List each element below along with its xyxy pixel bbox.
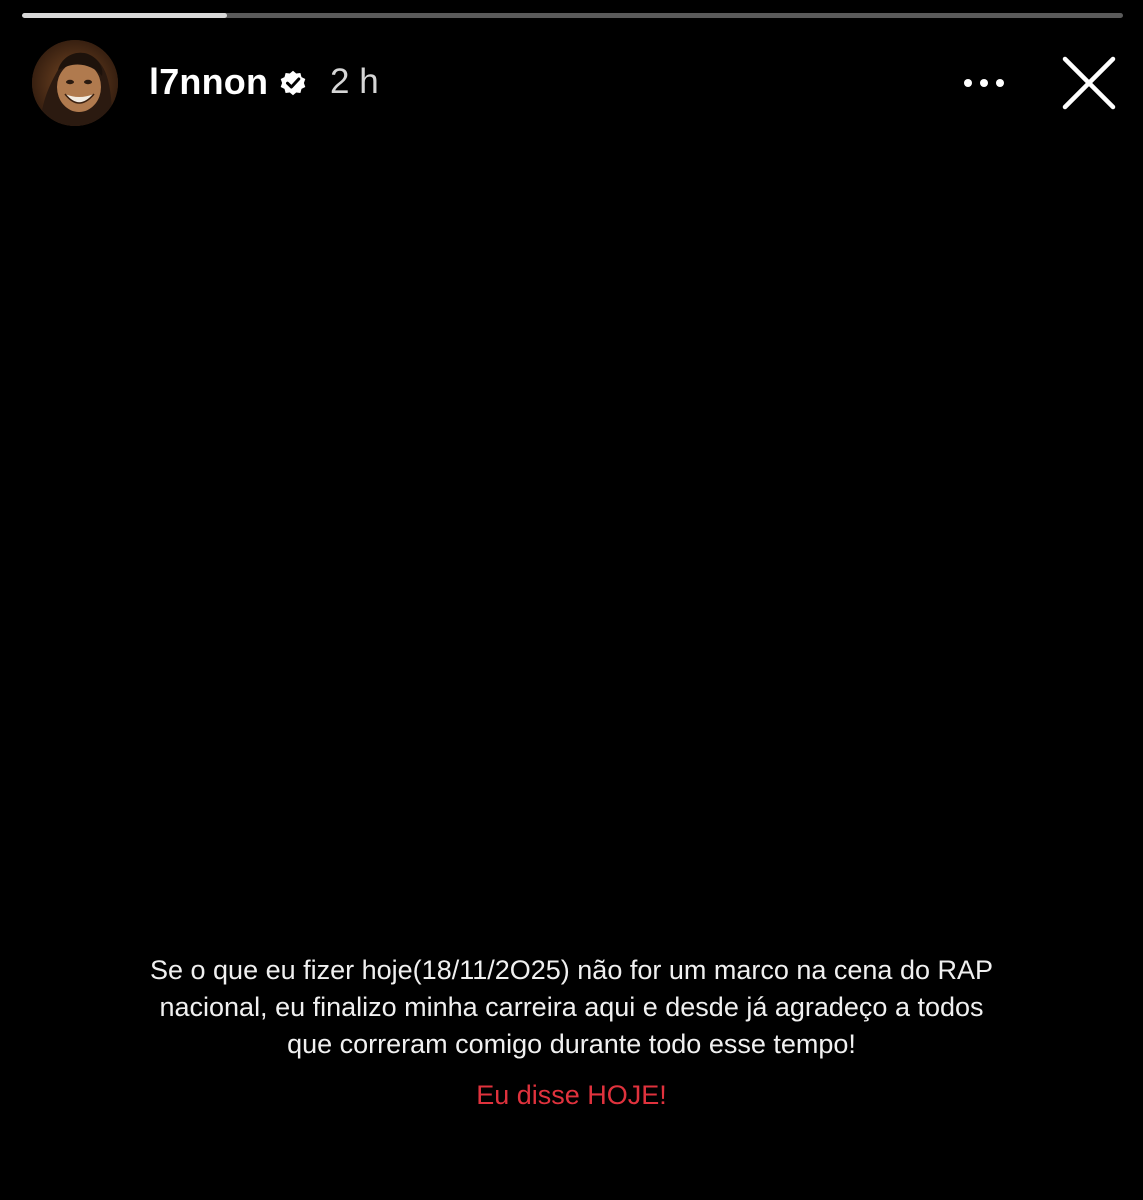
more-options-button[interactable] <box>956 62 1012 104</box>
caption-line-3: que correram comigo durante todo esse te… <box>287 1029 856 1059</box>
story-progress-fill <box>22 13 227 18</box>
avatar-image <box>32 40 118 126</box>
caption-line-1: Se o que eu fizer hoje(18/11/2O25) não f… <box>150 955 993 985</box>
caption-highlight: Eu disse HOJE! <box>476 1080 667 1110</box>
close-button[interactable] <box>1059 53 1119 113</box>
avatar[interactable] <box>32 40 118 126</box>
caption-line-2: nacional, eu finalizo minha carreira aqu… <box>159 992 984 1022</box>
verified-badge-icon <box>280 70 306 96</box>
username[interactable]: l7nnon <box>149 60 268 104</box>
close-icon <box>1062 56 1116 110</box>
more-options-icon <box>964 79 1004 87</box>
timestamp: 2 h <box>330 62 379 101</box>
story-progress-bar <box>22 13 1123 18</box>
story-caption: Se o que eu fizer hoje(18/11/2O25) não f… <box>60 952 1083 1063</box>
